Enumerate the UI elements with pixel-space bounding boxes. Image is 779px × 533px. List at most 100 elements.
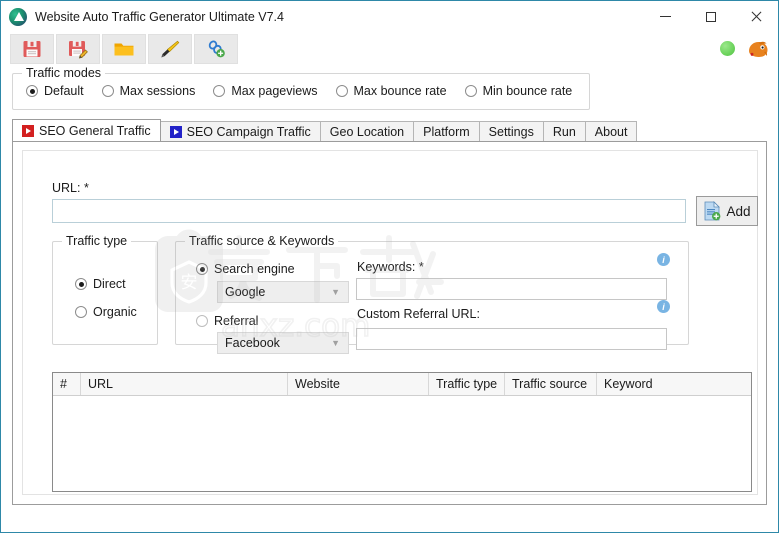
table-body [53,396,751,491]
save-button[interactable] [10,33,54,64]
radio-label: Max pageviews [231,84,318,98]
floppy-disk-edit-icon [69,40,88,58]
minimize-icon [660,16,671,17]
window-title: Website Auto Traffic Generator Ultimate … [35,9,284,24]
save-as-button[interactable] [56,33,100,64]
tab-bar: SEO General Traffic SEO Campaign Traffic… [12,119,638,141]
table-column-index[interactable]: # [53,373,81,395]
table-header-row: # URL Website Traffic type Traffic sourc… [53,373,751,396]
table-column-traffic-source[interactable]: Traffic source [505,373,597,395]
radio-label: Min bounce rate [482,84,573,98]
highlighter-button[interactable] [148,33,192,64]
tab-settings[interactable]: Settings [478,121,544,141]
table-column-keyword[interactable]: Keyword [597,373,751,395]
radio-indicator [196,315,208,327]
table-column-traffic-type[interactable]: Traffic type [429,373,505,395]
tab-label: Run [552,124,576,139]
radio-indicator [75,306,87,318]
keywords-info-icon[interactable]: i [657,253,670,266]
referral-combobox[interactable]: Facebook ▼ [217,332,349,354]
traffic-entries-table[interactable]: # URL Website Traffic type Traffic sourc… [52,372,752,492]
radio-indicator [196,263,208,275]
tab-label: Geo Location [329,124,405,139]
close-button[interactable] [733,1,778,32]
url-input[interactable] [52,199,686,223]
chevron-down-icon: ▼ [331,337,340,348]
tab-about[interactable]: About [584,121,638,141]
play-red-icon [22,124,34,137]
traffic-modes-options: Default Max sessions Max pageviews Max b… [26,84,572,98]
table-column-url[interactable]: URL [81,373,288,395]
tab-platform[interactable]: Platform [413,121,480,141]
search-engine-combobox[interactable]: Google ▼ [217,281,349,303]
keywords-input[interactable] [356,278,667,300]
traffic-modes-group: Traffic modes Default Max sessions Max p… [12,66,590,110]
radio-indicator [335,85,348,97]
custom-referral-url-input[interactable] [356,328,667,350]
radio-indicator [26,85,38,97]
chevron-down-icon: ▼ [331,286,340,297]
radio-indicator [101,85,114,97]
referral-combobox-value: Facebook [225,336,280,350]
tab-run[interactable]: Run [542,121,586,141]
radio-label: Default [44,84,84,98]
tab-page-seo-general-traffic: URL: * Add Traffic type Direct Organic T… [12,141,767,505]
add-button-label: Add [726,203,751,219]
radio-traffic-type-direct[interactable]: Direct [75,277,126,291]
radio-indicator [464,85,477,97]
traffic-type-group: Traffic type Direct Organic [52,234,158,345]
tab-geo-location[interactable]: Geo Location [319,121,415,141]
radio-indicator [75,278,87,290]
radio-label: Search engine [214,262,295,276]
close-icon [750,11,762,23]
search-engine-combobox-value: Google [225,285,266,299]
link-add-icon [208,40,225,57]
folder-open-icon [114,43,134,55]
traffic-modes-legend: Traffic modes [22,66,106,80]
keywords-label: Keywords: * [357,260,424,274]
add-button[interactable]: Add [696,196,758,226]
minimize-button[interactable] [643,1,688,32]
toolbar-right-group [720,37,778,61]
flashlight-icon [161,40,180,57]
tab-seo-campaign-traffic[interactable]: SEO Campaign Traffic [159,121,321,141]
tab-label: SEO Campaign Traffic [186,124,311,139]
tab-label: SEO General Traffic [39,123,151,138]
application-window: Website Auto Traffic Generator Ultimate … [0,0,779,533]
green-status-dot [720,41,735,56]
document-add-icon [705,201,721,221]
floppy-disk-icon [23,40,41,57]
radio-label: Max bounce rate [353,84,447,98]
radio-label: Organic [93,305,137,319]
maximize-button[interactable] [688,1,733,32]
tab-label: Settings [488,124,534,139]
radio-traffic-mode-max-sessions[interactable]: Max sessions [101,84,196,98]
tab-label: Platform [423,124,470,139]
add-link-button[interactable] [194,33,238,64]
radio-traffic-type-organic[interactable]: Organic [75,305,137,319]
window-controls [643,1,778,32]
radio-source-search-engine[interactable]: Search engine [196,262,295,276]
tab-seo-general-traffic[interactable]: SEO General Traffic [12,119,161,141]
traffic-type-legend: Traffic type [62,234,132,248]
maximize-icon [705,11,716,22]
table-column-website[interactable]: Website [288,373,429,395]
app-logo-icon [9,7,27,26]
general-traffic-panel: URL: * Add Traffic type Direct Organic T… [22,150,758,495]
radio-label: Max sessions [119,84,196,98]
radio-indicator [213,85,226,97]
dragon-mascot-icon[interactable] [745,37,771,61]
toolbar [2,32,778,65]
radio-traffic-mode-default[interactable]: Default [26,84,84,98]
open-button[interactable] [102,33,146,64]
radio-source-referral[interactable]: Referral [196,314,258,328]
radio-traffic-mode-max-pageviews[interactable]: Max pageviews [213,84,318,98]
radio-label: Direct [93,277,126,291]
custom-referral-info-icon[interactable]: i [657,300,670,313]
url-label: URL: * [52,181,89,195]
radio-traffic-mode-max-bounce-rate[interactable]: Max bounce rate [335,84,447,98]
custom-referral-url-label: Custom Referral URL: [357,307,480,321]
radio-traffic-mode-min-bounce-rate[interactable]: Min bounce rate [464,84,573,98]
traffic-source-group: Traffic source & Keywords Search engine … [175,234,689,354]
title-bar: Website Auto Traffic Generator Ultimate … [1,1,778,32]
